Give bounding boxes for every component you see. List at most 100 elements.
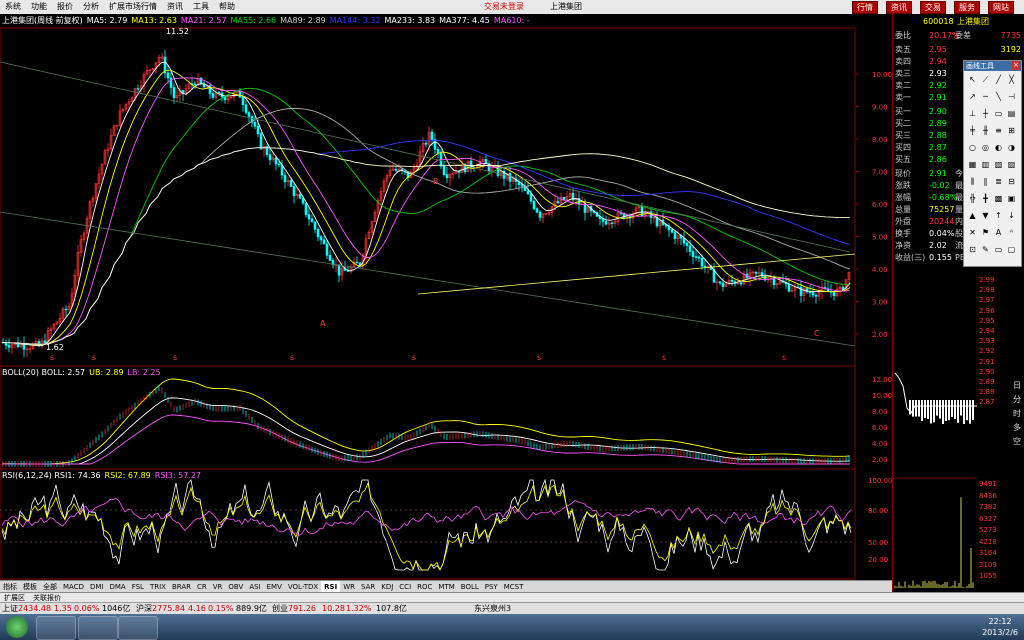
candle-body [424, 142, 428, 145]
draw-tool-icon-13[interactable]: ╫ [980, 125, 991, 136]
draw-tool-icon-9[interactable]: ┼ [980, 108, 991, 119]
draw-tool-icon-12[interactable]: ╪ [967, 125, 978, 136]
candle-body [316, 228, 320, 238]
draw-tool-icon-40[interactable]: ⊡ [967, 244, 978, 255]
top-button-4[interactable]: 网站 [988, 1, 1014, 14]
candle-body [322, 239, 326, 245]
tick-bar [951, 400, 953, 417]
draw-tool-icon-37[interactable]: ⚑ [980, 227, 991, 238]
tick-price-10: 2.89 [979, 378, 995, 386]
clock[interactable]: 22:12 2013/2/6 [982, 616, 1018, 638]
trade-login-status[interactable]: 交易未登录 [484, 0, 524, 14]
menu-bar: 系统 功能 报价 分析 扩展市场行情 资讯 工具 帮助 交易未登录 上港集团 行情 资讯 交易 服务… [0, 0, 1024, 15]
vert-tab-1[interactable]: 分 [1013, 394, 1021, 405]
draw-tool-icon-16[interactable]: ○ [967, 142, 978, 153]
draw-tool-icon-26[interactable]: ≣ [993, 176, 1004, 187]
draw-tool-icon-21[interactable]: ▥ [980, 159, 991, 170]
menu-item-2[interactable]: 报价 [52, 0, 78, 14]
draw-tool-icon-34[interactable]: ↑ [993, 210, 1004, 221]
candle-body [811, 292, 815, 296]
candle-body [181, 90, 185, 93]
menu-item-5[interactable]: 资讯 [162, 0, 188, 14]
menu-item-7[interactable]: 帮助 [214, 0, 240, 14]
draw-tool-icon-8[interactable]: ⊥ [967, 108, 978, 119]
draw-tool-icon-29[interactable]: ╋ [980, 193, 991, 204]
draw-tool-icon-3[interactable]: ╳ [1006, 74, 1017, 85]
tick-vol-3: 6327 [979, 514, 997, 523]
top-button-2[interactable]: 交易 [920, 1, 946, 14]
draw-tool-icon-19[interactable]: ◑ [1006, 142, 1017, 153]
draw-tool-icon-7[interactable]: ⊣ [1006, 91, 1017, 102]
menu-item-0[interactable]: 系统 [0, 0, 26, 14]
draw-tool-icon-33[interactable]: ▼ [980, 210, 991, 221]
draw-tool-icon-43[interactable]: ▢ [1006, 244, 1017, 255]
draw-tool-icon-10[interactable]: ▭ [993, 108, 1004, 119]
draw-tool-icon-42[interactable]: ▭ [993, 244, 1004, 255]
draw-tool-icon-5[interactable]: ─ [980, 91, 991, 102]
draw-tool-icon-4[interactable]: ↗ [967, 91, 978, 102]
boll-tick-1: 10.00 [872, 392, 892, 400]
buy-label: 买三 [895, 131, 911, 140]
tick-bar [972, 400, 974, 421]
top-button-1[interactable]: 资讯 [886, 1, 912, 14]
tick-bar [918, 400, 920, 417]
event-marker-5: s [537, 353, 541, 362]
draw-tool-icon-39[interactable]: ᴬ [1006, 227, 1017, 238]
app-taskbar-icon[interactable] [118, 616, 158, 640]
candle-body [691, 251, 695, 257]
draw-tool-icon-36[interactable]: ✕ [967, 227, 978, 238]
vert-tab-2[interactable]: 时 [1013, 408, 1021, 419]
draw-tool-icon-18[interactable]: ◐ [993, 142, 1004, 153]
draw-tool-icon-17[interactable]: ◎ [980, 142, 991, 153]
close-icon[interactable]: × [1012, 61, 1020, 70]
vert-tab-3[interactable]: 多 [1013, 422, 1021, 433]
candle-body [238, 90, 242, 98]
menu-item-1[interactable]: 功能 [26, 0, 52, 14]
draw-tool-icon-14[interactable]: ≡ [993, 125, 1004, 136]
draw-tool-icon-27[interactable]: ⊟ [1006, 176, 1017, 187]
draw-tool-icon-25[interactable]: ∥ [980, 176, 991, 187]
top-button-3[interactable]: 服务 [954, 1, 980, 14]
draw-tool-icon-32[interactable]: ▲ [967, 210, 978, 221]
diff-value: 7735 [1000, 31, 1021, 40]
draw-tool-icon-11[interactable]: ▤ [1006, 108, 1017, 119]
ma144-line [1, 139, 851, 345]
draw-tool-icon-24[interactable]: ⫼ [967, 176, 978, 187]
boll-tick-0: 12.00 [872, 376, 892, 384]
draw-tool-icon-23[interactable]: ▨ [1006, 159, 1017, 170]
top-button-0[interactable]: 行情 [852, 1, 878, 14]
draw-tool-icon-1[interactable]: ⟋ [980, 74, 991, 85]
menu-item-4[interactable]: 扩展市场行情 [104, 0, 162, 14]
draw-tool-icon-2[interactable]: ╱ [993, 74, 1004, 85]
candle-body [754, 271, 758, 274]
draw-tool-icon-30[interactable]: ▩ [993, 193, 1004, 204]
draw-tool-icon-22[interactable]: ▧ [993, 159, 1004, 170]
draw-tool-icon-0[interactable]: ↖ [967, 74, 978, 85]
buy-label: 买一 [895, 107, 911, 116]
tick-bar [927, 400, 929, 419]
candle-body [22, 343, 26, 350]
candle-body [328, 255, 332, 261]
draw-tool-icon-35[interactable]: ↓ [1006, 210, 1017, 221]
ie-taskbar-icon[interactable] [36, 616, 76, 640]
draw-tool-icon-6[interactable]: ╲ [993, 91, 1004, 102]
candle-body [682, 237, 686, 244]
menu-item-3[interactable]: 分析 [78, 0, 104, 14]
folder-taskbar-icon[interactable] [78, 616, 118, 640]
clock-time: 22:12 [988, 617, 1012, 626]
kline-chart[interactable]: 10.00 9.00 8.00 7.00 6.00 5.00 4.00 3.00 2.00 12.… [0, 14, 892, 591]
start-button-icon[interactable] [6, 616, 28, 638]
vert-tab-0[interactable]: 日 [1013, 380, 1021, 391]
drawing-toolbox[interactable]: 画线工具 × ↖ ⟋ ╱ ╳ ↗ ─ ╲ ⊣ ⊥ ┼ ▭ ▤ ╪ ╫ ≡ ⊞ ○ ◎ ◐ ◑ ▦ ▥ ▧ ▨ ⫼ ∥ ≣ ⊟ ╬ ╋ ▩ ▣ ▲… [963, 60, 1022, 267]
draw-tool-icon-28[interactable]: ╬ [967, 193, 978, 204]
vert-tab-4[interactable]: 空 [1013, 436, 1021, 447]
draw-tool-icon-38[interactable]: A [993, 227, 1004, 238]
draw-tool-icon-31[interactable]: ▣ [1006, 193, 1017, 204]
menu-item-6[interactable]: 工具 [188, 0, 214, 14]
draw-tool-icon-20[interactable]: ▦ [967, 159, 978, 170]
draw-tool-icon-15[interactable]: ⊞ [1006, 125, 1017, 136]
chart-area[interactable]: 上港集团(周线 前复权) MA5: 2.79 MA13: 2.63 MA21: 2.5… [0, 14, 892, 591]
candle-body [694, 256, 698, 258]
candle-body [433, 139, 437, 150]
draw-tool-icon-41[interactable]: ✎ [980, 244, 991, 255]
